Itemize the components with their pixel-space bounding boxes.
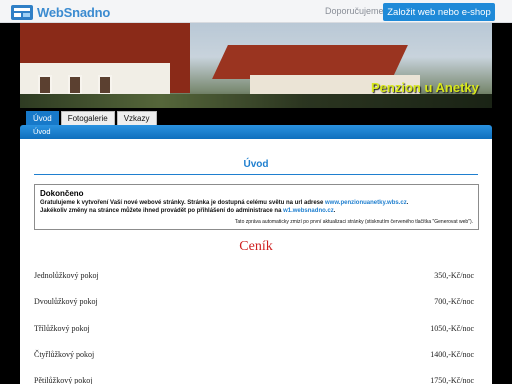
- room-price: 350,-Kč/noc: [434, 271, 474, 280]
- notice-heading: Dokončeno: [40, 189, 84, 198]
- price-row: Dvoulůžkový pokoj 700,-Kč/noc: [34, 297, 474, 309]
- room-name: Čtyřlůžkový pokoj: [34, 350, 95, 359]
- admin-link[interactable]: w1.websnadno.cz: [283, 208, 334, 214]
- site-url-link[interactable]: www.penzionuanetky.wbs.cz: [325, 200, 407, 206]
- brand-name: WebSnadno: [37, 4, 111, 20]
- room-name: Jednolůžkový pokoj: [34, 271, 99, 280]
- top-bar: WebSnadno Doporučujeme Založit web nebo …: [0, 0, 512, 23]
- breadcrumb-bar: Úvod: [20, 125, 492, 139]
- notice-footnote: Tato zpráva automaticky zmizí po první a…: [234, 219, 473, 225]
- title-divider: [34, 174, 478, 175]
- main-tabs: Úvod Fotogalerie Vzkazy: [26, 111, 157, 125]
- site-title: Penzion u Anetky: [371, 80, 479, 95]
- breadcrumb[interactable]: Úvod: [33, 127, 51, 136]
- page-title: Úvod: [243, 159, 269, 170]
- price-row: Pětilůžkový pokoj 1750,-Kč/noc: [34, 376, 474, 384]
- banner-photo-window: [38, 75, 52, 95]
- websnadno-logo[interactable]: WebSnadno: [11, 4, 110, 20]
- room-price: 1750,-Kč/noc: [430, 376, 474, 384]
- main-content: Úvod Dokončeno Gratulujeme k vytvoření V…: [20, 139, 492, 384]
- notice-line-1-text: Gratulujeme k vytvoření Vaší nové webové…: [40, 200, 324, 206]
- banner-photo-window: [68, 75, 82, 95]
- create-web-button[interactable]: Založit web nebo e-shop: [383, 3, 495, 21]
- recommend-link[interactable]: Doporučujeme: [325, 6, 384, 16]
- price-row: Jednolůžkový pokoj 350,-Kč/noc: [34, 271, 474, 283]
- tab-uvod[interactable]: Úvod: [26, 111, 59, 125]
- header-banner: Penzion u Anetky: [20, 23, 492, 108]
- pricelist-title: Ceník: [239, 239, 273, 254]
- notice-box: Dokončeno Gratulujeme k vytvoření Vaší n…: [34, 184, 479, 230]
- banner-photo-window: [98, 75, 112, 95]
- tab-vzkazy[interactable]: Vzkazy: [116, 111, 157, 125]
- room-name: Dvoulůžkový pokoj: [34, 297, 98, 306]
- room-name: Třílůžkový pokoj: [34, 324, 90, 333]
- banner-photo-roof-right: [212, 45, 408, 79]
- price-row: Třílůžkový pokoj 1050,-Kč/noc: [34, 324, 474, 336]
- notice-line-1: Gratulujeme k vytvoření Vaší nové webové…: [40, 200, 409, 206]
- room-name: Pětilůžkový pokoj: [34, 376, 93, 384]
- room-price: 700,-Kč/noc: [434, 297, 474, 306]
- notice-line-2-text: Jakékoliv změny na stránce můžete ihned …: [40, 208, 282, 214]
- price-row: Čtyřlůžkový pokoj 1400,-Kč/noc: [34, 350, 474, 362]
- room-price: 1050,-Kč/noc: [430, 324, 474, 333]
- websnadno-logo-icon: [11, 4, 33, 20]
- tab-fotogalerie[interactable]: Fotogalerie: [60, 111, 115, 125]
- room-price: 1400,-Kč/noc: [430, 350, 474, 359]
- banner-photo-trees: [20, 94, 492, 108]
- notice-line-2: Jakékoliv změny na stránce můžete ihned …: [40, 208, 336, 214]
